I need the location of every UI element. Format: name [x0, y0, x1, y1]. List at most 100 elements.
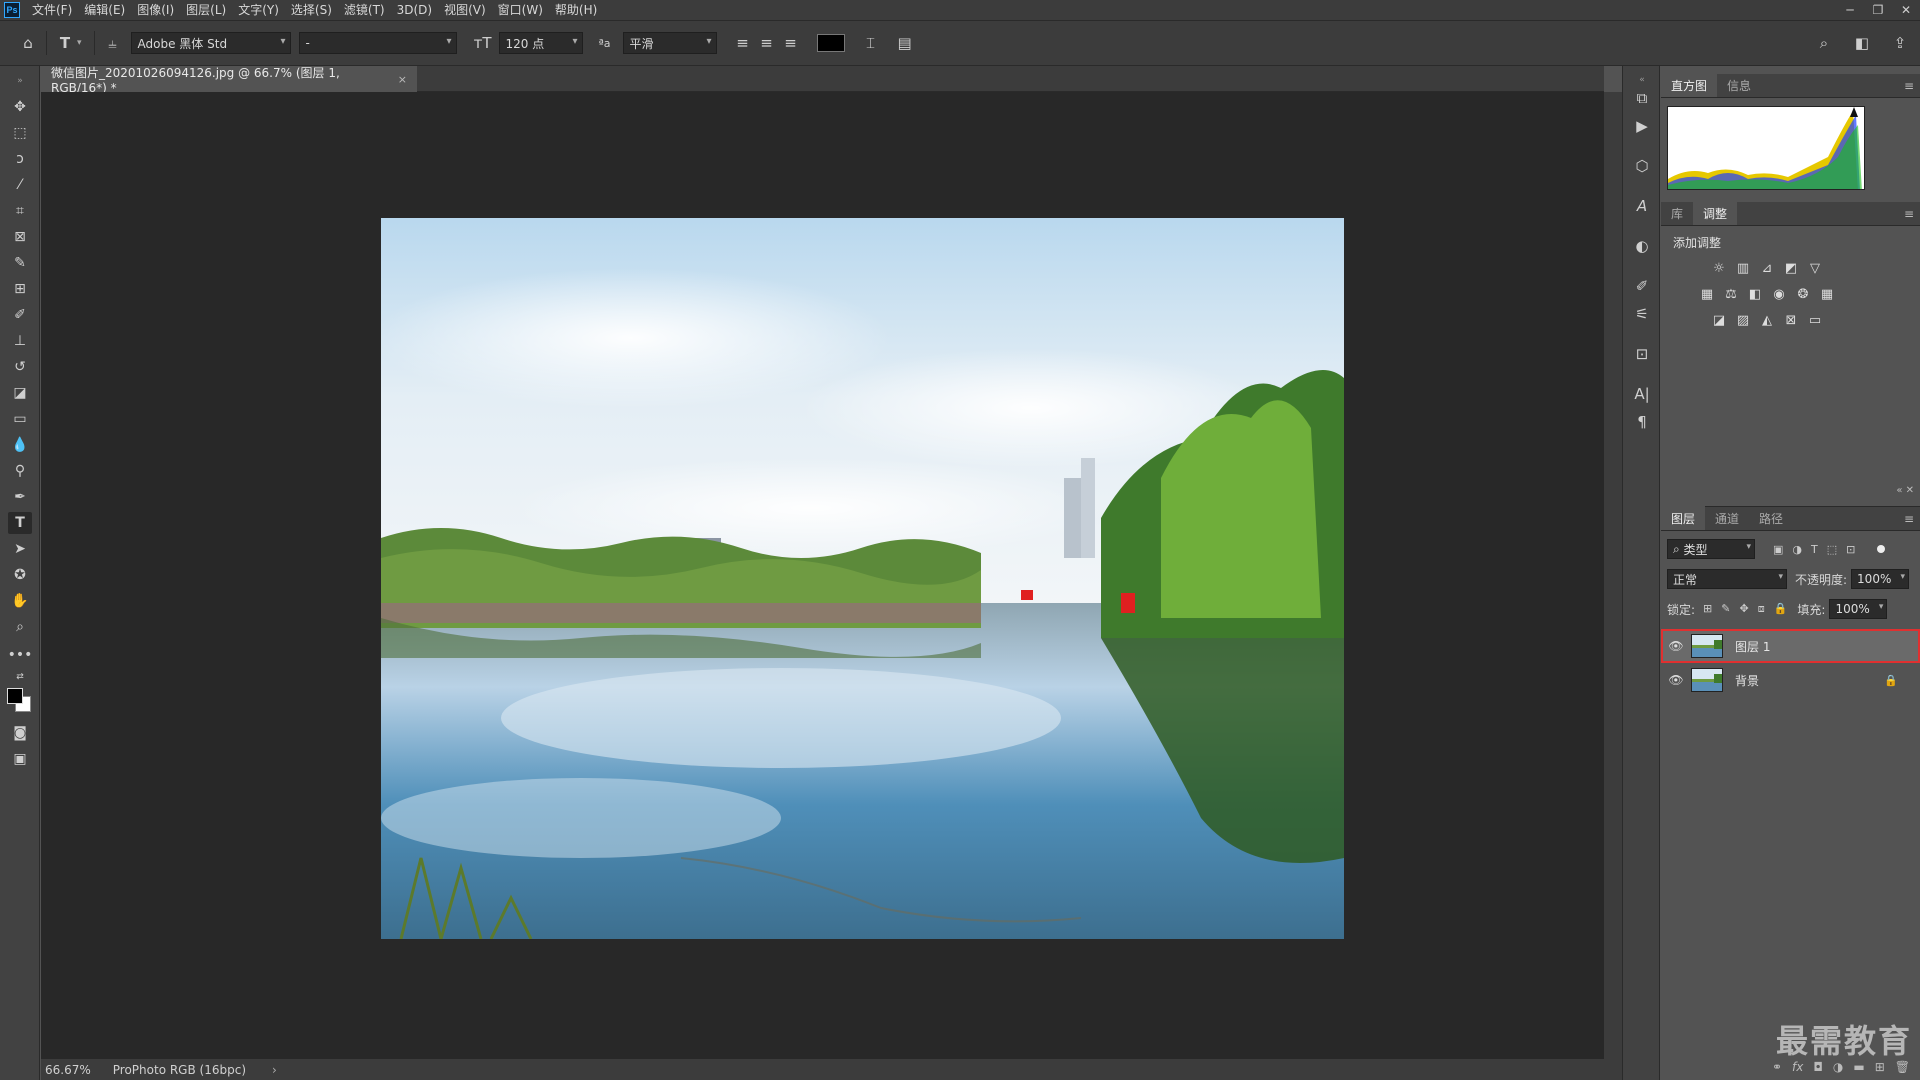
quick-mask-icon[interactable]: ◙	[8, 722, 32, 744]
blend-mode-select[interactable]: 正常 ▾	[1667, 569, 1787, 589]
move-tool-icon[interactable]: ✥	[8, 96, 32, 118]
brightness-contrast-icon[interactable]: ☼	[1711, 260, 1727, 276]
color-lookup-icon[interactable]: ▦	[1819, 286, 1835, 302]
new-adjustment-layer-icon[interactable]: ◑	[1833, 1060, 1843, 1074]
align-center-icon[interactable]: ≡	[755, 31, 779, 55]
vertical-scrollbar[interactable]	[1604, 92, 1622, 1059]
collapse-toolbar-icon[interactable]: »	[8, 70, 32, 92]
brush-tool-icon[interactable]: ✐	[8, 304, 32, 326]
panel-collapse-icon[interactable]: « ✕	[1896, 485, 1914, 496]
lock-position-icon[interactable]: ✥	[1739, 602, 1748, 616]
type-tool-icon[interactable]: T	[8, 512, 32, 534]
threshold-icon[interactable]: ◭	[1759, 312, 1775, 328]
menu-help[interactable]: 帮助(H)	[549, 0, 603, 20]
custom-shape-tool-icon[interactable]: ✪	[8, 564, 32, 586]
toggle-text-orientation-icon[interactable]: ⫨	[101, 31, 125, 55]
status-arrow-icon[interactable]: ›	[272, 1063, 277, 1077]
document-image[interactable]	[381, 218, 1344, 939]
warp-text-icon[interactable]: ⌶	[859, 31, 883, 55]
panel-menu-icon[interactable]: ≡	[1904, 79, 1914, 93]
filter-shape-icon[interactable]: ⬚	[1827, 543, 1837, 556]
swap-colors-icon[interactable]: ⇄	[8, 666, 32, 688]
hand-tool-icon[interactable]: ✋	[8, 590, 32, 612]
3d-panel-icon[interactable]: ⬡	[1630, 154, 1654, 178]
lock-transparent-icon[interactable]: ⊞	[1703, 602, 1712, 616]
visibility-eye-icon[interactable]: 👁	[1663, 639, 1689, 653]
antialias-select[interactable]: 平滑 ▾	[622, 32, 717, 54]
more-tools-icon[interactable]: •••	[8, 644, 33, 666]
tab-adjustments[interactable]: 调整	[1693, 201, 1738, 225]
link-layers-icon[interactable]: ⚭	[1772, 1060, 1782, 1074]
clone-stamp-tool-icon[interactable]: ⊥	[8, 330, 32, 352]
lock-image-icon[interactable]: ✎	[1721, 602, 1730, 616]
character-panel-icon[interactable]: ▤	[893, 31, 917, 55]
clone-source-icon[interactable]: ⊡	[1630, 342, 1654, 366]
zoom-tool-icon[interactable]: ⌕	[8, 616, 32, 638]
eyedropper-tool-icon[interactable]: ✎	[8, 252, 32, 274]
exposure-icon[interactable]: ◩	[1783, 260, 1799, 276]
font-style-select[interactable]: - ▾	[298, 32, 457, 54]
text-color-swatch[interactable]	[816, 34, 845, 52]
document-tab[interactable]: 微信图片_20201026094126.jpg @ 66.7% (图层 1, R…	[41, 66, 417, 95]
magic-wand-tool-icon[interactable]: ⁄	[8, 174, 32, 196]
tab-libraries[interactable]: 库	[1661, 201, 1693, 225]
actions-panel-icon[interactable]: ▶	[1630, 114, 1654, 138]
tab-info[interactable]: 信息	[1717, 73, 1761, 97]
close-window-button[interactable]: ✕	[1892, 0, 1920, 20]
eraser-tool-icon[interactable]: ◪	[8, 382, 32, 404]
new-group-icon[interactable]: ▬	[1853, 1060, 1864, 1074]
tab-layers[interactable]: 图层	[1661, 506, 1706, 530]
photo-filter-icon[interactable]: ◉	[1771, 286, 1787, 302]
levels-icon[interactable]: ▥	[1735, 260, 1751, 276]
layer-style-icon[interactable]: fx	[1792, 1060, 1803, 1074]
history-brush-tool-icon[interactable]: ↺	[8, 356, 32, 378]
marquee-tool-icon[interactable]: ⬚	[8, 122, 32, 144]
share-icon[interactable]: ⇪	[1888, 31, 1912, 55]
canvas-area[interactable]	[41, 92, 1604, 1059]
properties-panel-icon[interactable]: ◐	[1630, 234, 1654, 258]
add-mask-icon[interactable]: ◘	[1813, 1060, 1823, 1074]
close-icon[interactable]: ×	[398, 73, 407, 86]
gradient-map-icon[interactable]: ▭	[1807, 312, 1823, 328]
delete-layer-icon[interactable]: 🗑	[1895, 1060, 1910, 1074]
brush-settings-icon[interactable]: ⚟	[1630, 302, 1654, 326]
align-right-icon[interactable]: ≡	[779, 31, 803, 55]
panel-menu-icon[interactable]: ≡	[1904, 207, 1914, 221]
brush-panel-icon[interactable]: ✐	[1630, 274, 1654, 298]
layer-name[interactable]: 背景	[1735, 672, 1759, 689]
search-icon[interactable]: ⌕	[1812, 31, 1836, 55]
panel-menu-icon[interactable]: ≡	[1904, 512, 1914, 526]
chevron-down-icon[interactable]: ▾	[77, 38, 82, 48]
filter-adjustment-icon[interactable]: ◑	[1792, 543, 1802, 556]
lock-all-icon[interactable]: 🔒	[1774, 602, 1788, 616]
fill-field[interactable]: 100% ▾	[1829, 599, 1888, 619]
menu-3d[interactable]: 3D(D)	[391, 0, 438, 20]
new-layer-icon[interactable]: ⊞	[1875, 1060, 1885, 1074]
menu-type[interactable]: 文字(Y)	[232, 0, 285, 20]
layer-row-layer1[interactable]: 👁 图层 1	[1661, 629, 1920, 663]
menu-window[interactable]: 窗口(W)	[492, 0, 549, 20]
hue-saturation-icon[interactable]: ▦	[1699, 286, 1715, 302]
menu-layer[interactable]: 图层(L)	[180, 0, 232, 20]
workspace-icon[interactable]: ◧	[1850, 31, 1874, 55]
dodge-tool-icon[interactable]: ⚲	[8, 460, 32, 482]
tab-channels[interactable]: 通道	[1705, 506, 1749, 530]
align-left-icon[interactable]: ≡	[731, 31, 755, 55]
black-white-icon[interactable]: ◧	[1747, 286, 1763, 302]
path-selection-tool-icon[interactable]: ➤	[8, 538, 32, 560]
posterize-icon[interactable]: ▨	[1735, 312, 1751, 328]
paragraph-panel-icon[interactable]: ¶	[1630, 410, 1654, 434]
lock-artboard-icon[interactable]: ⧈	[1758, 602, 1765, 616]
foreground-color-swatch[interactable]	[7, 688, 23, 704]
invert-icon[interactable]: ◪	[1711, 312, 1727, 328]
history-panel-icon[interactable]: ⧉	[1630, 86, 1654, 110]
screen-mode-icon[interactable]: ▣	[8, 748, 32, 770]
vibrance-icon[interactable]: ▽	[1807, 260, 1823, 276]
character-panel-icon[interactable]: A|	[1630, 382, 1654, 406]
type-tool-preset-icon[interactable]: T	[53, 31, 77, 55]
home-icon[interactable]: ⌂	[16, 31, 40, 55]
frame-tool-icon[interactable]: ⊠	[8, 226, 32, 248]
filter-toggle[interactable]	[1877, 545, 1886, 553]
restore-button[interactable]: ❐	[1864, 0, 1892, 20]
menu-select[interactable]: 选择(S)	[285, 0, 338, 20]
